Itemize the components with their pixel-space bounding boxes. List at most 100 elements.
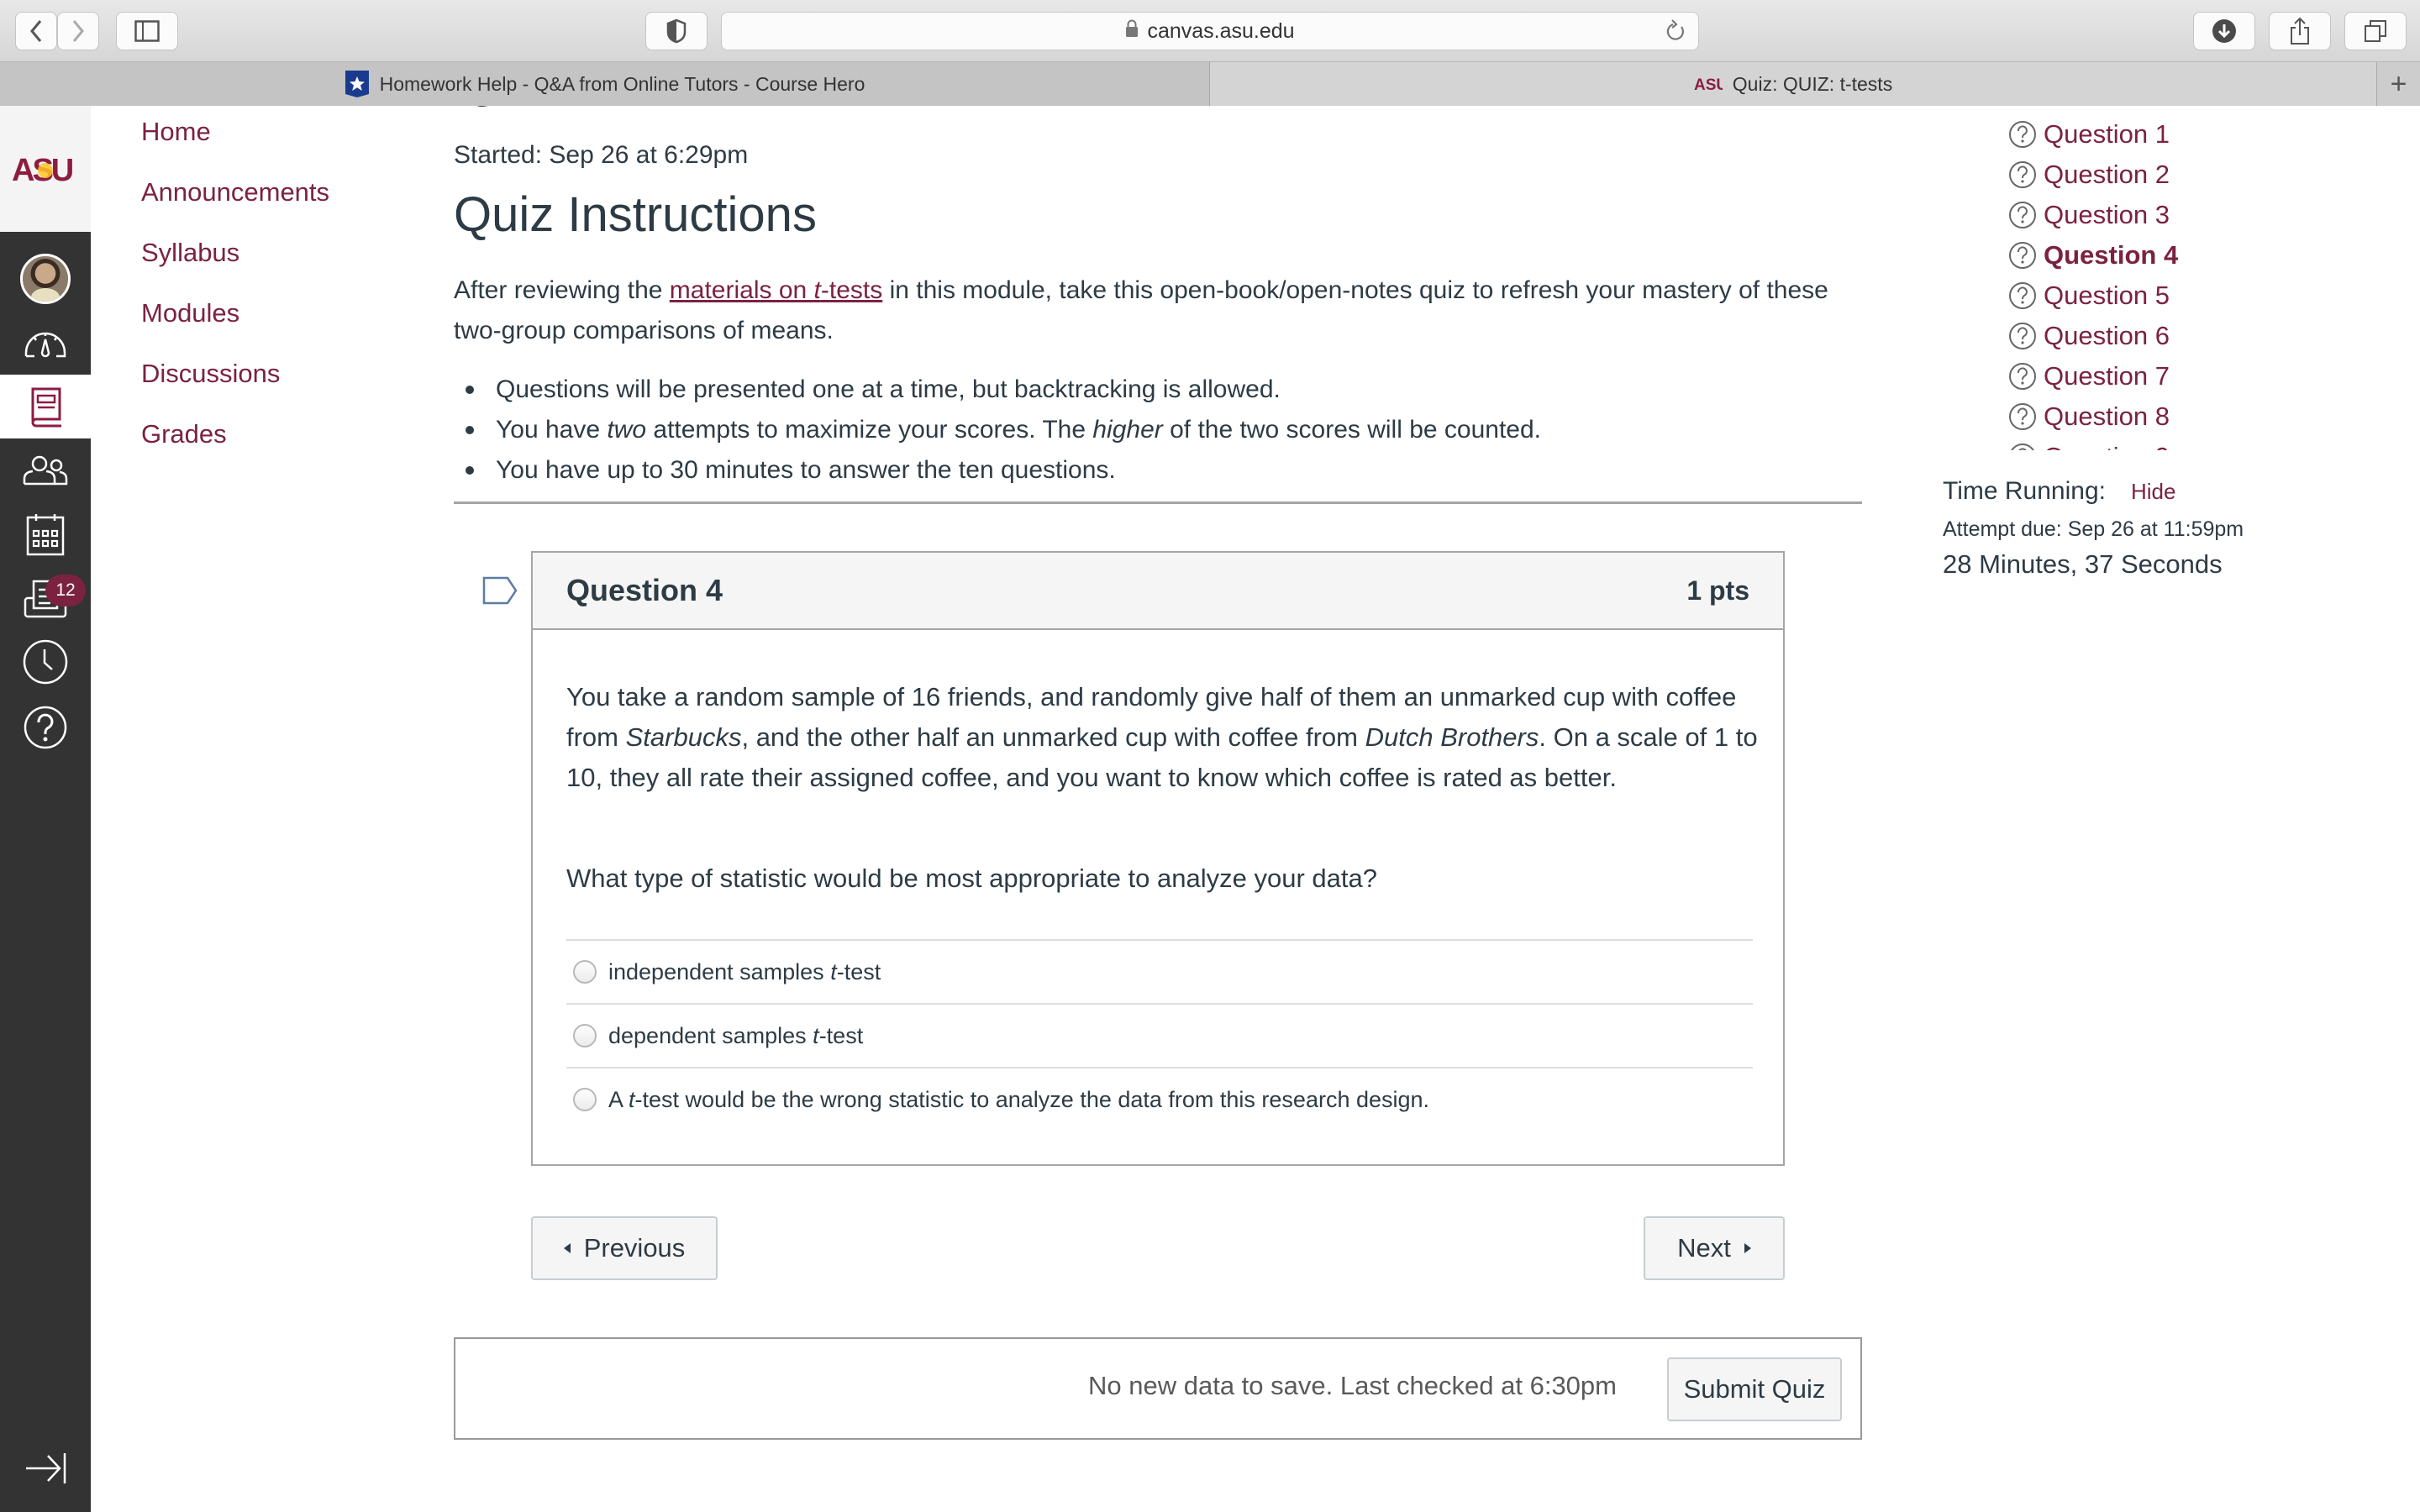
collapse-nav-button[interactable] — [0, 1436, 91, 1500]
question-list-label: Question 6 — [2044, 321, 2170, 350]
timer-label: Time Running: — [1943, 477, 2106, 505]
nav-history[interactable] — [0, 630, 91, 694]
tab-overview-button[interactable] — [2344, 12, 2407, 50]
groups-icon — [23, 455, 68, 486]
text-emphasis: Starbucks — [625, 722, 742, 752]
quiz-started-time: Started: Sep 26 at 6:29pm — [454, 141, 749, 169]
answer-radio[interactable] — [573, 1024, 597, 1047]
materials-link[interactable]: materials on t-tests — [670, 276, 882, 304]
answer-list: independent samples t-test dependent sam… — [566, 939, 1753, 1131]
book-icon — [31, 387, 61, 428]
question-list-item[interactable]: Question 4 — [2008, 235, 2178, 276]
browser-tab-course-hero[interactable]: Homework Help - Q&A from Online Tutors -… — [0, 62, 1210, 106]
text: , and the other half an unmarked cup wit… — [741, 722, 1365, 752]
tab-title: Quiz: QUIZ: t-tests — [1732, 72, 1893, 95]
nav-calendar[interactable] — [0, 502, 91, 566]
question-mark-circle-icon — [2008, 362, 2037, 391]
plus-icon: + — [2390, 67, 2407, 100]
question-list-item[interactable]: Question 1 — [2008, 114, 2170, 155]
answer-label: dependent samples t-test — [608, 1023, 863, 1049]
caret-left-icon — [563, 1243, 571, 1253]
question-list-label: Question 5 — [2044, 281, 2170, 310]
hide-timer-link[interactable]: Hide — [2131, 479, 2175, 505]
question-list-item[interactable]: Question 6 — [2008, 316, 2170, 356]
attempt-due: Attempt due: Sep 26 at 11:59pm — [1943, 517, 2244, 541]
back-button[interactable] — [15, 12, 57, 50]
answer-label: A t-test would be the wrong statistic to… — [608, 1087, 1429, 1113]
text: A — [608, 1086, 629, 1112]
question-list-item[interactable]: Question 2 — [2008, 155, 2170, 195]
answer-option[interactable]: A t-test would be the wrong statistic to… — [566, 1067, 1753, 1131]
question-list-item[interactable]: Question 8 — [2008, 396, 2170, 437]
privacy-report-button[interactable] — [645, 12, 708, 50]
text: higher — [1092, 416, 1163, 444]
question-prompt: What type of statistic would be most app… — [566, 864, 1377, 893]
sidebar-toggle-button[interactable] — [116, 12, 178, 50]
question-mark-circle-icon — [2008, 120, 2037, 149]
clock-icon — [23, 639, 68, 685]
question-mark-circle-icon — [2008, 443, 2037, 450]
nav-help[interactable] — [0, 696, 91, 759]
divider — [454, 501, 1862, 504]
course-nav-grades[interactable]: Grades — [141, 419, 227, 449]
new-tab-button[interactable]: + — [2376, 62, 2420, 106]
course-nav-modules[interactable]: Modules — [141, 298, 239, 328]
share-icon — [2291, 17, 2309, 45]
text: -test — [818, 1022, 864, 1048]
question-list-item[interactable]: Question 3 — [2008, 195, 2170, 235]
next-label: Next — [1677, 1233, 1731, 1263]
course-hero-star-icon — [345, 70, 370, 98]
text: -test would be the wrong statistic to an… — [634, 1086, 1430, 1112]
nav-inbox[interactable]: 12 — [0, 566, 91, 630]
question-list-item[interactable]: Question 9 — [2008, 437, 2170, 450]
text: You have — [496, 416, 608, 444]
forward-button[interactable] — [57, 12, 99, 50]
dashboard-icon — [24, 332, 66, 358]
question-list-item[interactable]: Question 5 — [2008, 276, 2170, 316]
downloads-button[interactable] — [2193, 12, 2255, 50]
share-button[interactable] — [2269, 12, 2331, 50]
calendar-icon — [26, 514, 65, 556]
asu-logo-icon: ASU — [12, 154, 76, 184]
course-nav-home[interactable]: Home — [141, 117, 211, 147]
answer-option[interactable]: independent samples t-test — [566, 939, 1753, 1003]
browser-tab-quiz[interactable]: ASU Quiz: QUIZ: t-tests — [1210, 62, 2376, 106]
question-name: Question 4 — [566, 573, 723, 607]
text: dependent samples — [608, 1022, 813, 1048]
question-list-label: Question 3 — [2044, 200, 2170, 229]
quiz-rules-list: Questions will be presented one at a tim… — [454, 370, 1541, 491]
global-navigation: ASU 12 — [0, 106, 91, 1512]
nav-groups[interactable] — [0, 438, 91, 502]
text: of the two scores will be counted. — [1162, 416, 1541, 444]
answer-radio[interactable] — [573, 960, 597, 984]
question-list-label: Question 2 — [2044, 160, 2170, 189]
flag-question-button[interactable] — [482, 576, 518, 609]
answer-option[interactable]: dependent samples t-test — [566, 1003, 1753, 1067]
time-remaining: 28 Minutes, 37 Seconds — [1943, 549, 2223, 579]
course-nav-announcements[interactable]: Announcements — [141, 177, 329, 207]
link-text: -tests — [820, 276, 883, 304]
submit-quiz-button[interactable]: Submit Quiz — [1667, 1357, 1842, 1421]
question-list-label: Question 1 — [2044, 119, 2170, 149]
asu-logo-icon: ASU — [1694, 76, 1723, 92]
address-bar[interactable]: canvas.asu.edu — [721, 12, 1699, 50]
course-nav-syllabus[interactable]: Syllabus — [141, 238, 239, 268]
intro-text: After reviewing the — [454, 276, 670, 304]
previous-label: Previous — [583, 1233, 686, 1263]
timer-header: Time Running: Hide — [1943, 477, 2175, 506]
nav-dashboard[interactable] — [0, 311, 91, 375]
caret-right-icon — [1744, 1243, 1751, 1253]
nav-courses[interactable] — [0, 375, 91, 438]
quiz-instructions-heading: Quiz Instructions — [454, 187, 817, 242]
next-button[interactable]: Next — [1644, 1216, 1785, 1280]
rule-item: You have two attempts to maximize your s… — [454, 410, 1541, 450]
question-points: 1 pts — [1686, 575, 1749, 606]
nav-account[interactable] — [0, 247, 91, 311]
previous-button[interactable]: Previous — [531, 1216, 718, 1280]
reload-icon[interactable] — [1665, 19, 1686, 50]
text: attempts to maximize your scores. The — [646, 416, 1093, 444]
asu-logo[interactable]: ASU — [0, 106, 91, 232]
answer-radio[interactable] — [573, 1088, 597, 1111]
course-nav-discussions[interactable]: Discussions — [141, 359, 280, 389]
question-list-item[interactable]: Question 7 — [2008, 356, 2170, 396]
